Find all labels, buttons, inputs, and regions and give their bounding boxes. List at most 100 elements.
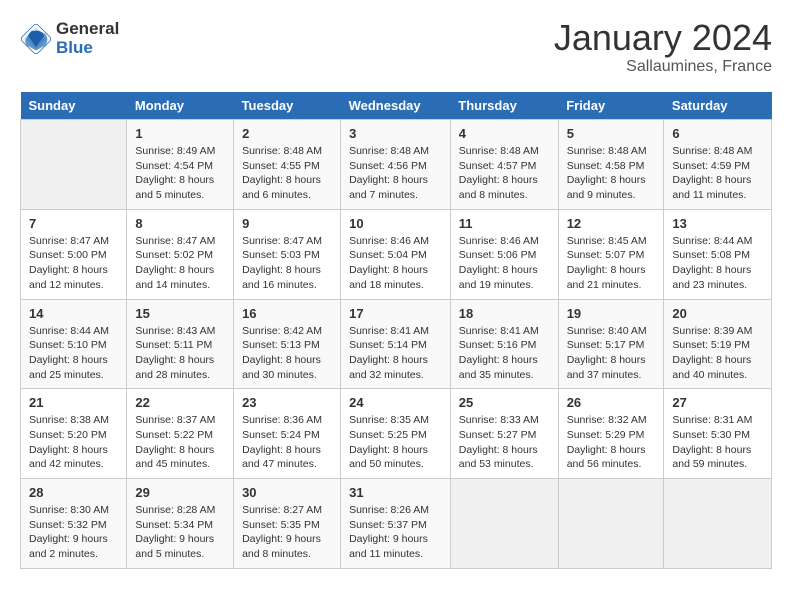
calendar-cell: 26 Sunrise: 8:32 AMSunset: 5:29 PMDayligh…	[558, 389, 664, 479]
day-number: 7	[29, 216, 118, 231]
logo-text-blue: Blue	[56, 39, 119, 58]
day-number: 30	[242, 485, 332, 500]
day-info: Sunrise: 8:26 AMSunset: 5:37 PMDaylight:…	[349, 503, 442, 562]
calendar-cell: 7 Sunrise: 8:47 AMSunset: 5:00 PMDaylight…	[21, 209, 127, 299]
calendar-cell: 28Sunrise: 8:30 AMSunset: 5:32 PMDayligh…	[21, 479, 127, 569]
calendar-cell: 21 Sunrise: 8:38 AMSunset: 5:20 PMDayligh…	[21, 389, 127, 479]
day-number: 14	[29, 306, 118, 321]
calendar-cell: 25Sunrise: 8:33 AMSunset: 5:27 PMDayligh…	[450, 389, 558, 479]
calendar-cell: 6Sunrise: 8:48 AMSunset: 4:59 PMDaylight…	[664, 120, 772, 210]
day-info: Sunrise: 8:31 AMSunset: 5:30 PMDaylight:…	[672, 413, 763, 472]
day-info: Sunrise: 8:48 AMSunset: 4:55 PMDaylight:…	[242, 144, 332, 203]
day-number: 11	[459, 216, 550, 231]
calendar-table: SundayMondayTuesdayWednesdayThursdayFrid…	[20, 92, 772, 569]
day-number: 25	[459, 395, 550, 410]
day-info: Sunrise: 8:41 AMSunset: 5:14 PMDaylight:…	[349, 324, 442, 383]
calendar-cell: 17 Sunrise: 8:41 AMSunset: 5:14 PMDayligh…	[341, 299, 451, 389]
calendar-cell: 10 Sunrise: 8:46 AMSunset: 5:04 PMDayligh…	[341, 209, 451, 299]
calendar-cell: 14 Sunrise: 8:44 AMSunset: 5:10 PMDayligh…	[21, 299, 127, 389]
calendar-cell: 29Sunrise: 8:28 AMSunset: 5:34 PMDayligh…	[127, 479, 234, 569]
calendar-body: 1 Sunrise: 8:49 AMSunset: 4:54 PMDaylight…	[21, 120, 772, 569]
calendar-cell: 2Sunrise: 8:48 AMSunset: 4:55 PMDaylight…	[234, 120, 341, 210]
day-number: 16	[242, 306, 332, 321]
day-info: Sunrise: 8:44 AMSunset: 5:10 PMDaylight:…	[29, 324, 118, 383]
day-info: Sunrise: 8:46 AMSunset: 5:04 PMDaylight:…	[349, 234, 442, 293]
day-info: Sunrise: 8:27 AMSunset: 5:35 PMDaylight:…	[242, 503, 332, 562]
logo: General Blue	[20, 20, 119, 57]
calendar-cell: 8 Sunrise: 8:47 AMSunset: 5:02 PMDaylight…	[127, 209, 234, 299]
day-number: 18	[459, 306, 550, 321]
calendar-cell	[21, 120, 127, 210]
header-row: SundayMondayTuesdayWednesdayThursdayFrid…	[21, 92, 772, 120]
weekday-header: Monday	[127, 92, 234, 120]
day-info: Sunrise: 8:28 AMSunset: 5:34 PMDaylight:…	[135, 503, 225, 562]
day-number: 28	[29, 485, 118, 500]
day-number: 20	[672, 306, 763, 321]
calendar-cell	[664, 479, 772, 569]
calendar-cell: 9Sunrise: 8:47 AMSunset: 5:03 PMDaylight…	[234, 209, 341, 299]
day-number: 1	[135, 126, 225, 141]
calendar-week-row: 28Sunrise: 8:30 AMSunset: 5:32 PMDayligh…	[21, 479, 772, 569]
calendar-week-row: 1 Sunrise: 8:49 AMSunset: 4:54 PMDaylight…	[21, 120, 772, 210]
day-number: 24	[349, 395, 442, 410]
day-number: 4	[459, 126, 550, 141]
calendar-cell: 11 Sunrise: 8:46 AMSunset: 5:06 PMDayligh…	[450, 209, 558, 299]
calendar-week-row: 21 Sunrise: 8:38 AMSunset: 5:20 PMDayligh…	[21, 389, 772, 479]
day-info: Sunrise: 8:48 AMSunset: 4:58 PMDaylight:…	[567, 144, 656, 203]
calendar-cell: 13 Sunrise: 8:44 AMSunset: 5:08 PMDayligh…	[664, 209, 772, 299]
logo-text-general: General	[56, 20, 119, 39]
day-info: Sunrise: 8:37 AMSunset: 5:22 PMDaylight:…	[135, 413, 225, 472]
weekday-header: Sunday	[21, 92, 127, 120]
day-number: 21	[29, 395, 118, 410]
day-info: Sunrise: 8:35 AMSunset: 5:25 PMDaylight:…	[349, 413, 442, 472]
calendar-cell: 24 Sunrise: 8:35 AMSunset: 5:25 PMDayligh…	[341, 389, 451, 479]
day-info: Sunrise: 8:48 AMSunset: 4:59 PMDaylight:…	[672, 144, 763, 203]
weekday-header: Wednesday	[341, 92, 451, 120]
calendar-cell: 23 Sunrise: 8:36 AMSunset: 5:24 PMDayligh…	[234, 389, 341, 479]
page-header: General Blue January 2024 Sallaumines, F…	[20, 20, 772, 76]
calendar-week-row: 7 Sunrise: 8:47 AMSunset: 5:00 PMDaylight…	[21, 209, 772, 299]
calendar-cell: 31Sunrise: 8:26 AMSunset: 5:37 PMDayligh…	[341, 479, 451, 569]
day-number: 22	[135, 395, 225, 410]
day-info: Sunrise: 8:38 AMSunset: 5:20 PMDaylight:…	[29, 413, 118, 472]
weekday-header: Thursday	[450, 92, 558, 120]
calendar-cell: 27Sunrise: 8:31 AMSunset: 5:30 PMDayligh…	[664, 389, 772, 479]
calendar-cell: 15 Sunrise: 8:43 AMSunset: 5:11 PMDayligh…	[127, 299, 234, 389]
day-number: 8	[135, 216, 225, 231]
calendar-cell: 12Sunrise: 8:45 AMSunset: 5:07 PMDayligh…	[558, 209, 664, 299]
day-info: Sunrise: 8:32 AMSunset: 5:29 PMDaylight:…	[567, 413, 656, 472]
day-info: Sunrise: 8:40 AMSunset: 5:17 PMDaylight:…	[567, 324, 656, 383]
calendar-cell: 4Sunrise: 8:48 AMSunset: 4:57 PMDaylight…	[450, 120, 558, 210]
calendar-cell: 30 Sunrise: 8:27 AMSunset: 5:35 PMDayligh…	[234, 479, 341, 569]
day-info: Sunrise: 8:46 AMSunset: 5:06 PMDaylight:…	[459, 234, 550, 293]
calendar-cell: 22 Sunrise: 8:37 AMSunset: 5:22 PMDayligh…	[127, 389, 234, 479]
day-number: 19	[567, 306, 656, 321]
day-number: 17	[349, 306, 442, 321]
calendar-cell: 3 Sunrise: 8:48 AMSunset: 4:56 PMDaylight…	[341, 120, 451, 210]
calendar-cell	[558, 479, 664, 569]
day-info: Sunrise: 8:49 AMSunset: 4:54 PMDaylight:…	[135, 144, 225, 203]
logo-icon	[20, 23, 52, 55]
title-block: January 2024 Sallaumines, France	[554, 20, 772, 76]
calendar-cell: 16 Sunrise: 8:42 AMSunset: 5:13 PMDayligh…	[234, 299, 341, 389]
day-number: 13	[672, 216, 763, 231]
day-info: Sunrise: 8:42 AMSunset: 5:13 PMDaylight:…	[242, 324, 332, 383]
calendar-cell: 1 Sunrise: 8:49 AMSunset: 4:54 PMDaylight…	[127, 120, 234, 210]
day-number: 15	[135, 306, 225, 321]
calendar-week-row: 14 Sunrise: 8:44 AMSunset: 5:10 PMDayligh…	[21, 299, 772, 389]
day-info: Sunrise: 8:47 AMSunset: 5:00 PMDaylight:…	[29, 234, 118, 293]
day-info: Sunrise: 8:47 AMSunset: 5:02 PMDaylight:…	[135, 234, 225, 293]
day-info: Sunrise: 8:44 AMSunset: 5:08 PMDaylight:…	[672, 234, 763, 293]
day-number: 26	[567, 395, 656, 410]
day-info: Sunrise: 8:48 AMSunset: 4:56 PMDaylight:…	[349, 144, 442, 203]
day-number: 3	[349, 126, 442, 141]
day-info: Sunrise: 8:36 AMSunset: 5:24 PMDaylight:…	[242, 413, 332, 472]
day-info: Sunrise: 8:43 AMSunset: 5:11 PMDaylight:…	[135, 324, 225, 383]
day-number: 23	[242, 395, 332, 410]
day-number: 12	[567, 216, 656, 231]
day-number: 5	[567, 126, 656, 141]
day-info: Sunrise: 8:47 AMSunset: 5:03 PMDaylight:…	[242, 234, 332, 293]
day-number: 10	[349, 216, 442, 231]
weekday-header: Friday	[558, 92, 664, 120]
day-info: Sunrise: 8:41 AMSunset: 5:16 PMDaylight:…	[459, 324, 550, 383]
